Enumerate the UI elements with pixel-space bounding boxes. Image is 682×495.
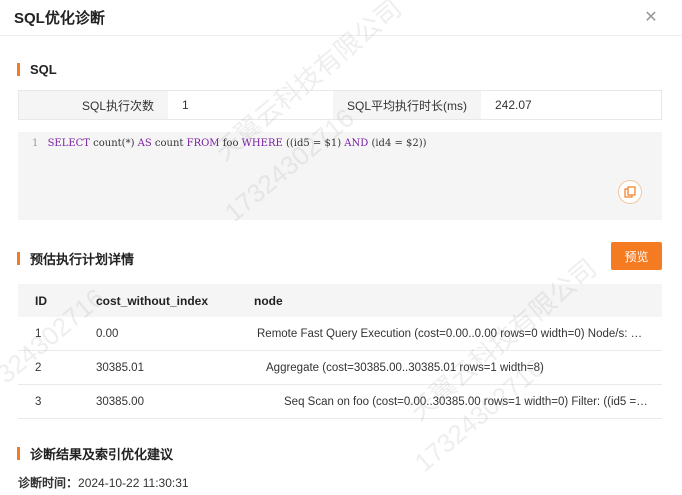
section-diagnosis-title: 诊断结果及索引优化建议 (30, 447, 174, 462)
row-id: 1 (35, 327, 42, 340)
section-accent-bar (17, 447, 20, 460)
sql-text: ((id5 = $1) (282, 138, 345, 149)
plan-table-header: ID cost_without_index node (18, 284, 662, 317)
table-row[interactable]: 2 30385.01 Aggregate (cost=30385.00..303… (18, 351, 662, 385)
dialog-header: SQL优化诊断 ✕ (0, 0, 682, 36)
sql-text: count(*) (89, 138, 138, 149)
plan-table: ID cost_without_index node 1 0.00 Remote… (18, 284, 662, 419)
exec-count-label: SQL执行次数 (19, 91, 168, 119)
avg-time-value: 242.07 (481, 91, 661, 119)
sql-text: foo (219, 138, 242, 149)
table-row[interactable]: 3 30385.00 Seq Scan on foo (cost=0.00..3… (18, 385, 662, 419)
section-plan-title: 预估执行计划详情 (30, 252, 135, 267)
sql-text: count (151, 138, 187, 149)
row-node: Aggregate (cost=30385.00..30385.01 rows=… (266, 361, 544, 374)
header-cost: cost_without_index (96, 293, 209, 308)
row-cost: 0.00 (96, 327, 119, 340)
row-node: Seq Scan on foo (cost=0.00..30385.00 row… (284, 395, 662, 408)
section-diagnosis: 诊断结果及索引优化建议 (17, 444, 173, 463)
copy-button[interactable] (618, 180, 642, 204)
diagnosis-time: 诊断时间：2024-10-22 11:30:31 (18, 474, 189, 491)
diagnosis-time-label: 诊断时间： (18, 476, 79, 490)
row-cost: 30385.01 (96, 361, 144, 374)
copy-icon (624, 186, 636, 198)
preview-button[interactable]: 预览 (611, 242, 662, 270)
section-sql: SQL (17, 62, 57, 77)
table-row[interactable]: 1 0.00 Remote Fast Query Execution (cost… (18, 317, 662, 351)
sql-code-box: 1 SELECT count(*) AS count FROM foo WHER… (18, 132, 662, 220)
sql-keyword: AND (344, 138, 369, 149)
section-accent-bar (17, 63, 20, 76)
diagnosis-time-value: 2024-10-22 11:30:31 (78, 476, 189, 490)
sql-code-line: 1 SELECT count(*) AS count FROM foo WHER… (32, 138, 427, 149)
sql-keyword: SELECT (47, 138, 90, 149)
row-id: 2 (35, 361, 42, 374)
sql-keyword: FROM (186, 138, 220, 149)
sql-keyword: WHERE (241, 138, 283, 149)
header-node: node (254, 293, 283, 308)
row-id: 3 (35, 395, 42, 408)
sql-text: (id4 = $2)) (368, 138, 427, 149)
dialog-title: SQL优化诊断 (14, 10, 105, 27)
close-icon[interactable]: ✕ (642, 9, 660, 27)
line-number: 1 (32, 138, 39, 149)
section-sql-title: SQL (30, 62, 57, 77)
exec-count-value: 1 (168, 91, 333, 119)
sql-stats-table: SQL执行次数 1 SQL平均执行时长(ms) 242.07 (18, 90, 662, 120)
sql-keyword: AS (137, 138, 152, 149)
avg-time-label: SQL平均执行时长(ms) (333, 91, 481, 119)
section-plan: 预估执行计划详情 (17, 249, 134, 268)
header-id: ID (35, 293, 47, 308)
section-accent-bar (17, 252, 20, 265)
row-node: Remote Fast Query Execution (cost=0.00..… (257, 327, 662, 340)
row-cost: 30385.00 (96, 395, 144, 408)
